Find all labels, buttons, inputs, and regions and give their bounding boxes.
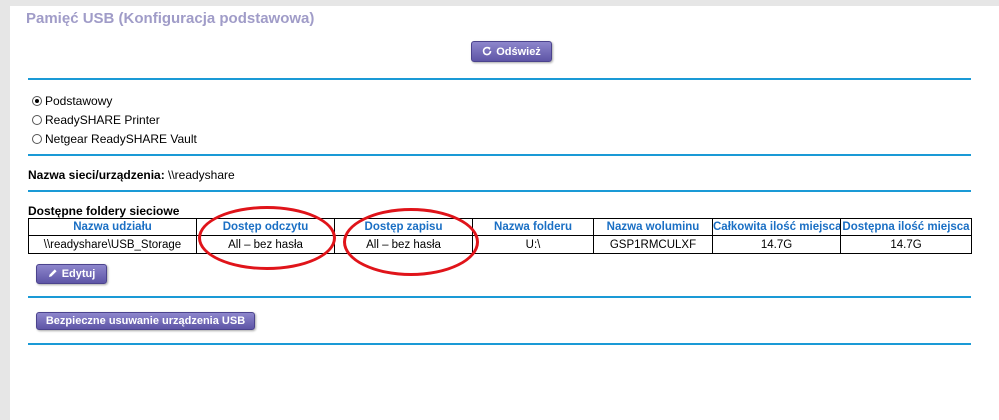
network-name-value: \\readyshare [168,168,235,182]
cell-total-space: 14.7G [712,235,841,254]
mode-label-printer: ReadySHARE Printer [45,113,160,127]
mode-option-printer[interactable]: ReadySHARE Printer [32,113,160,127]
mode-label-basic: Podstawowy [45,94,113,108]
divider-4 [28,296,971,298]
cell-read-access: All – bez hasła [196,235,335,254]
col-folder-name: Nazwa folderu [472,218,594,236]
refresh-icon [482,45,492,59]
table-header-row: Nazwa udziału Dostęp odczytu Dostęp zapi… [28,218,972,236]
pencil-icon [48,267,58,281]
mode-label-vault: Netgear ReadySHARE Vault [45,132,197,146]
shares-title: Dostępne foldery sieciowe [28,204,180,218]
divider-3 [28,190,971,192]
main-panel: Pamięć USB (Konfiguracja podstawowa) Odś… [10,6,999,420]
table-row[interactable]: \\readyshare\USB_Storage All – bez hasła… [28,235,972,254]
col-volume-name: Nazwa woluminu [593,218,713,236]
cell-volume-name: GSP1RMCULXF [593,235,713,254]
col-read-access: Dostęp odczytu [196,218,335,236]
page-title: Pamięć USB (Konfiguracja podstawowa) [26,10,315,27]
col-share-name: Nazwa udziału [28,218,197,236]
divider-5 [28,343,971,345]
mode-option-basic[interactable]: Podstawowy [32,94,112,108]
safe-remove-usb-button[interactable]: Bezpieczne usuwanie urządzenia USB [36,312,255,330]
col-write-access: Dostęp zapisu [334,218,473,236]
radio-vault[interactable] [32,134,42,144]
divider-2 [28,154,971,156]
cell-folder-name: U:\ [472,235,594,254]
network-name-label: Nazwa sieci/urządzenia: [28,168,165,182]
divider-1 [28,78,971,80]
cell-write-access: All – bez hasła [334,235,473,254]
shares-table: Nazwa udziału Dostęp odczytu Dostęp zapi… [28,218,972,254]
edit-button[interactable]: Edytuj [36,264,107,284]
edit-label: Edytuj [61,268,96,280]
refresh-label: Odśwież [496,45,541,58]
radio-basic[interactable] [32,96,42,106]
col-total-space: Całkowita ilość miejsca [712,218,841,236]
mode-option-vault[interactable]: Netgear ReadySHARE Vault [32,132,197,146]
network-name-row: Nazwa sieci/urządzenia: \\readyshare [28,168,235,182]
cell-free-space: 14.7G [840,235,972,254]
radio-printer[interactable] [32,115,42,125]
refresh-button[interactable]: Odśwież [471,41,552,62]
col-free-space: Dostępna ilość miejsca [840,218,972,236]
cell-share-name: \\readyshare\USB_Storage [28,235,197,254]
